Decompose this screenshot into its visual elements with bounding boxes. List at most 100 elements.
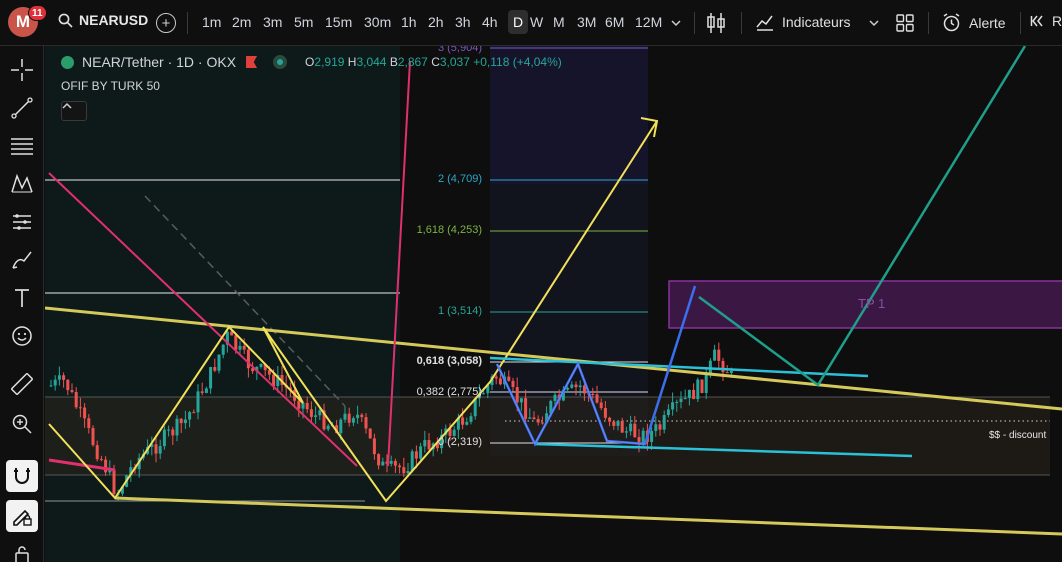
timeframe-2h[interactable]: 2h [428, 14, 444, 30]
timeframe-3m[interactable]: 3m [263, 14, 282, 30]
fib-tool[interactable] [6, 130, 38, 162]
candle-body [318, 410, 322, 416]
timeframe-12m[interactable]: 12M [635, 14, 662, 30]
text-tool[interactable] [6, 282, 38, 314]
candle-body [78, 407, 82, 409]
replay-icon [1030, 15, 1043, 27]
candle-body [679, 398, 683, 403]
flag-icon[interactable] [246, 56, 258, 68]
layout-grid-icon[interactable] [896, 14, 914, 32]
candle-body [465, 421, 469, 425]
market-status-icon [273, 55, 288, 69]
collapse-legend-button[interactable] [61, 101, 87, 121]
candle-body [683, 397, 687, 399]
candle-body [515, 387, 519, 403]
timeframe-15m[interactable]: 15m [325, 14, 352, 30]
alarm-clock-icon [943, 13, 960, 32]
candle-body [700, 379, 704, 393]
timeframe-1h[interactable]: 1h [401, 14, 417, 30]
crosshair-tool[interactable] [6, 54, 38, 86]
candle-body [494, 376, 498, 379]
candle-body [574, 384, 578, 388]
indicator-name[interactable]: OFIF BY TURK 50 [61, 79, 160, 93]
candle-body [389, 460, 393, 464]
notification-badge[interactable]: 11 [28, 5, 47, 21]
price-chart[interactable] [45, 46, 1062, 562]
candle-body [725, 372, 729, 374]
candle-body [729, 370, 733, 373]
candle-body [238, 345, 242, 350]
zoom-tool[interactable] [6, 408, 38, 440]
candle-body [179, 418, 183, 424]
candle-body [498, 378, 502, 385]
ruler-tool[interactable] [6, 368, 38, 400]
candle-body [595, 394, 599, 403]
discount-label: $$ - discount [989, 430, 1047, 441]
candle-body [364, 417, 368, 429]
indicators-button[interactable]: Indicateurs [756, 13, 850, 31]
candle-body [708, 360, 712, 374]
candle-body [343, 413, 347, 420]
candle-body [377, 454, 381, 466]
pattern-icon [11, 173, 33, 193]
candle-body [234, 335, 238, 350]
replay-button[interactable]: R [1030, 13, 1062, 29]
candle-body [381, 461, 385, 466]
candle-body [221, 344, 225, 355]
timeframe-3m[interactable]: 3M [577, 14, 596, 30]
symbol-search[interactable]: NEARUSD [58, 12, 148, 28]
candle-body [99, 459, 103, 461]
candle-body [356, 414, 360, 419]
candle-body [654, 424, 658, 431]
candle-body [721, 360, 725, 373]
symbol-title[interactable]: NEAR/Tether · 1D · OKX [82, 54, 236, 70]
measure-icon [13, 214, 31, 230]
timeframe-m[interactable]: M [553, 14, 565, 30]
timeframe-6m[interactable]: 6M [605, 14, 624, 30]
fib-label: 0,382 (2,775) [416, 386, 482, 398]
candle-body [91, 428, 95, 446]
candle-body [112, 469, 116, 494]
drawing-toolbar [0, 46, 44, 562]
magnet-tool[interactable] [6, 460, 38, 492]
fib-label: 0,618 (3,058) [416, 355, 482, 367]
brush-tool[interactable] [6, 244, 38, 276]
candle-body [301, 402, 305, 409]
chart-area[interactable]: NEAR/Tether · 1D · OKX O2,919 H3,044 B2,… [45, 46, 1062, 562]
candle-body [692, 389, 696, 400]
timeframe-30m[interactable]: 30m [364, 14, 391, 30]
text-icon [15, 289, 29, 307]
candle-body [717, 349, 721, 361]
divider [187, 12, 188, 34]
alert-button[interactable]: Alerte [942, 13, 1006, 32]
emoji-tool[interactable] [6, 320, 38, 352]
candle-body [200, 391, 204, 393]
timeframe-w[interactable]: W [530, 14, 543, 30]
lock-all-tool[interactable] [6, 538, 38, 562]
candle-body [339, 419, 343, 434]
pattern-tool[interactable] [6, 168, 38, 200]
timeframe-d[interactable]: D [508, 10, 529, 34]
timeframe-4h[interactable]: 4h [482, 14, 498, 30]
candle-body [368, 428, 372, 439]
candle-body [687, 389, 691, 398]
candle-body [696, 379, 700, 400]
timeframe-5m[interactable]: 5m [294, 14, 313, 30]
chevron-down-icon[interactable] [868, 18, 880, 28]
candle-body [414, 451, 418, 459]
candle-body [658, 424, 662, 430]
chevron-down-icon[interactable] [670, 18, 682, 28]
timeframe-3h[interactable]: 3h [455, 14, 471, 30]
candle-body [83, 407, 87, 419]
timeframe-2m[interactable]: 2m [232, 14, 251, 30]
compare-symbol-button[interactable]: + [156, 13, 176, 33]
candles-icon[interactable] [706, 12, 726, 34]
lock-drawing-tool[interactable] [6, 500, 38, 532]
candle-body [629, 423, 633, 432]
candle-body [524, 398, 528, 419]
trendline-tool[interactable] [6, 92, 38, 124]
candle-body [528, 417, 532, 419]
timeframe-1m[interactable]: 1m [202, 14, 221, 30]
candle-body [402, 467, 406, 474]
measure-tool[interactable] [6, 206, 38, 238]
